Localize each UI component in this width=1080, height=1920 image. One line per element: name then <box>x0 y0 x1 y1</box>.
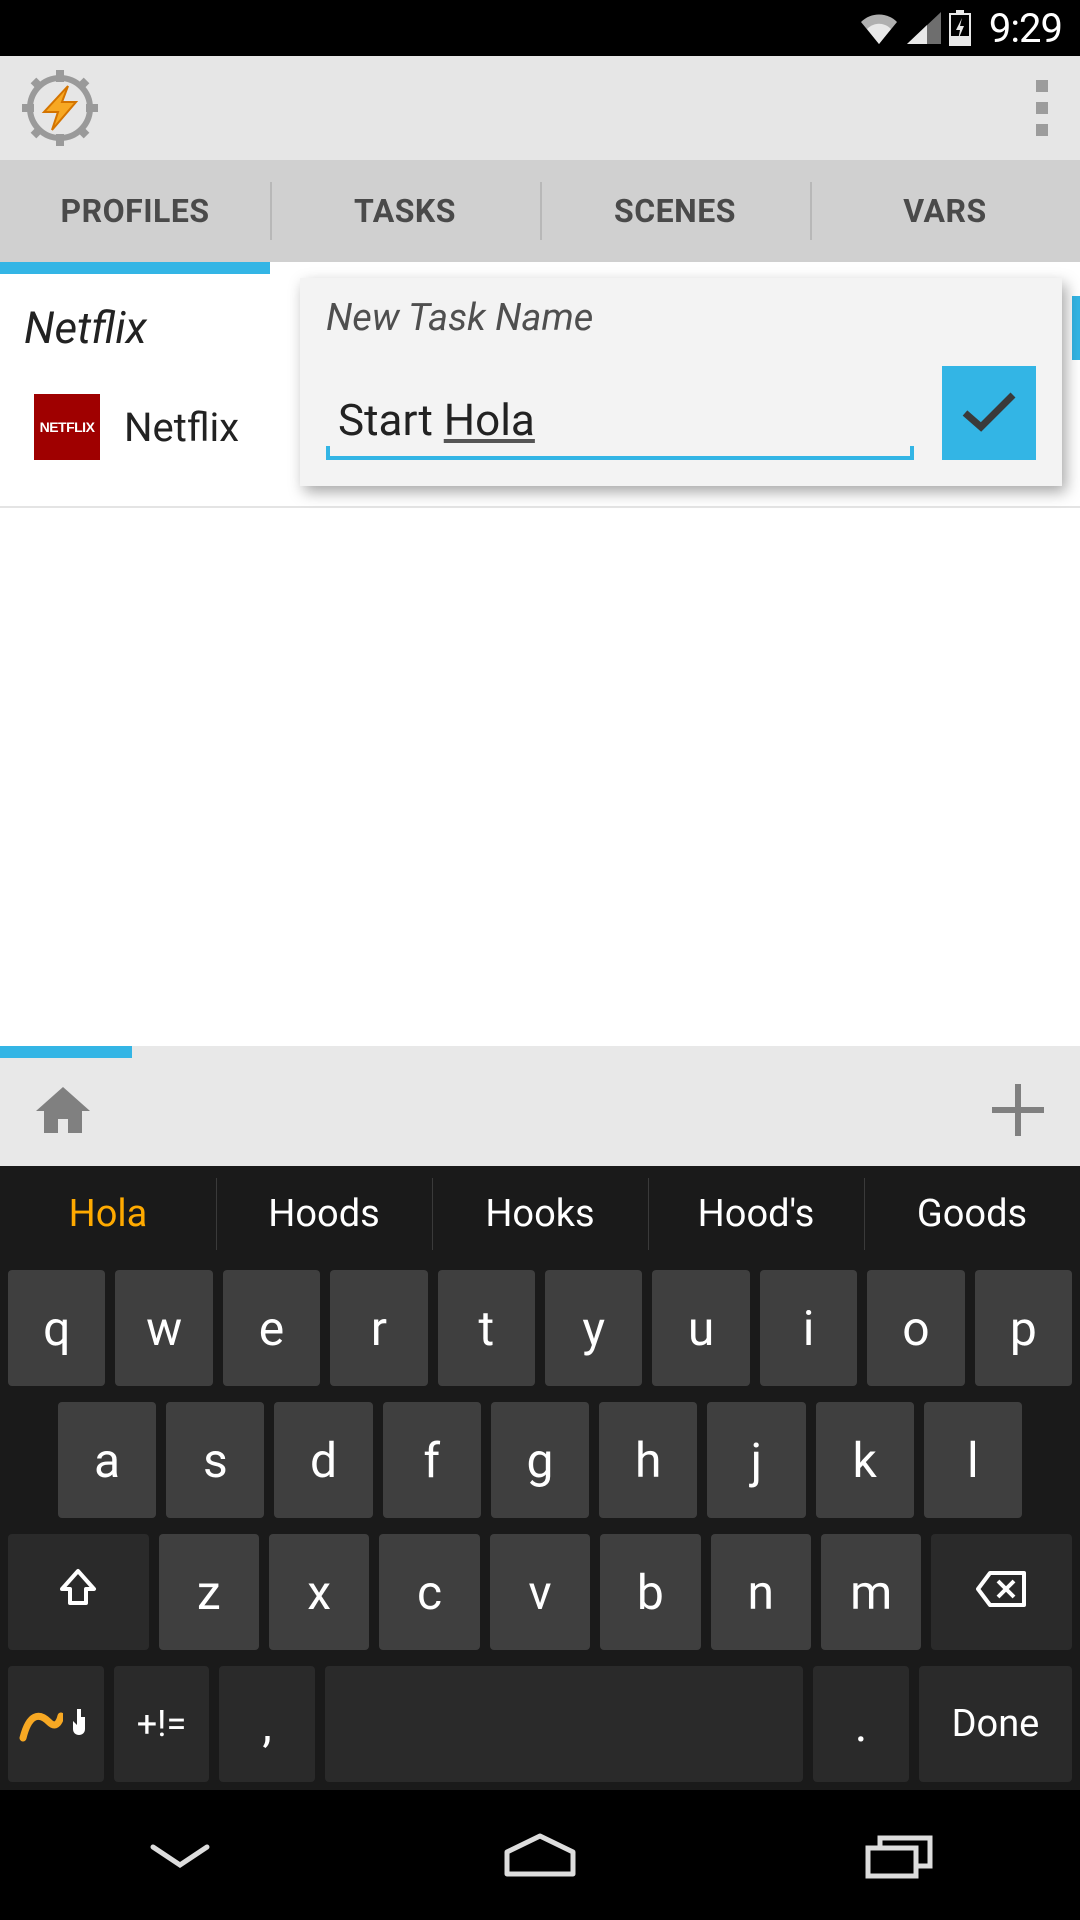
check-icon <box>959 387 1019 439</box>
add-button[interactable] <box>988 1080 1048 1144</box>
nav-recent-button[interactable] <box>840 1825 960 1885</box>
key-z[interactable]: z <box>159 1534 259 1650</box>
suggestion-item[interactable]: Hoods <box>216 1166 432 1262</box>
scroll-indicator <box>1072 296 1080 360</box>
key-p[interactable]: p <box>975 1270 1072 1386</box>
key-m[interactable]: m <box>821 1534 921 1650</box>
dialog-title: New Task Name <box>326 296 1036 340</box>
key-swype[interactable] <box>8 1666 104 1782</box>
key-row-2: a s d f g h j k l <box>0 1394 1080 1526</box>
wifi-icon <box>859 12 899 44</box>
key-s[interactable]: s <box>166 1402 264 1518</box>
confirm-button[interactable] <box>942 366 1036 460</box>
tab-label: PROFILES <box>60 192 209 230</box>
key-i[interactable]: i <box>760 1270 857 1386</box>
content-area: Netflix NETFLIX Netflix New Task Name St… <box>0 274 1080 1166</box>
key-u[interactable]: u <box>652 1270 749 1386</box>
task-name-input[interactable]: Start Hola <box>326 388 914 456</box>
key-f[interactable]: f <box>383 1402 481 1518</box>
soft-keyboard: Hola Hoods Hooks Hood's Goods q w e r t … <box>0 1166 1080 1790</box>
key-shift[interactable] <box>8 1534 149 1650</box>
key-backspace[interactable] <box>931 1534 1072 1650</box>
suggestion-item[interactable]: Hooks <box>432 1166 648 1262</box>
tab-label: VARS <box>903 192 986 230</box>
key-r[interactable]: r <box>330 1270 427 1386</box>
key-done[interactable]: Done <box>919 1666 1072 1782</box>
key-x[interactable]: x <box>269 1534 369 1650</box>
toolbar-accent <box>0 1046 1080 1058</box>
key-row-1: q w e r t y u i o p <box>0 1262 1080 1394</box>
key-k[interactable]: k <box>816 1402 914 1518</box>
status-bar: 9:29 <box>0 0 1080 56</box>
key-symbols[interactable]: +!= <box>114 1666 210 1782</box>
cell-signal-icon <box>907 12 941 44</box>
key-b[interactable]: b <box>600 1534 700 1650</box>
shift-icon <box>56 1564 100 1621</box>
key-v[interactable]: v <box>490 1534 590 1650</box>
key-y[interactable]: y <box>545 1270 642 1386</box>
battery-charging-icon <box>949 10 971 46</box>
tab-scenes[interactable]: SCENES <box>540 160 810 262</box>
suggestion-item[interactable]: Hola <box>0 1166 216 1262</box>
suggestion-item[interactable]: Goods <box>864 1166 1080 1262</box>
nav-back-button[interactable] <box>120 1825 240 1885</box>
tab-label: TASKS <box>354 192 456 230</box>
backspace-icon <box>976 1564 1028 1621</box>
status-time: 9:29 <box>989 5 1062 52</box>
nav-home-button[interactable] <box>480 1825 600 1885</box>
key-period[interactable]: . <box>813 1666 909 1782</box>
key-l[interactable]: l <box>924 1402 1022 1518</box>
home-button[interactable] <box>32 1083 94 1141</box>
app-logo-icon <box>20 68 100 148</box>
key-o[interactable]: o <box>867 1270 964 1386</box>
key-q[interactable]: q <box>8 1270 105 1386</box>
key-space[interactable] <box>325 1666 803 1782</box>
tab-bar: PROFILES TASKS SCENES VARS <box>0 160 1080 262</box>
key-n[interactable]: n <box>711 1534 811 1650</box>
input-text-prefix: Start <box>338 394 444 446</box>
navigation-bar <box>0 1790 1080 1920</box>
key-row-4: +!= , . Done <box>0 1658 1080 1790</box>
overflow-menu-button[interactable] <box>1036 80 1060 136</box>
key-d[interactable]: d <box>274 1402 372 1518</box>
profile-app-label: Netflix <box>124 404 239 451</box>
key-row-3: z x c v b n m <box>0 1526 1080 1658</box>
key-comma[interactable]: , <box>219 1666 315 1782</box>
tab-indicator <box>0 262 270 274</box>
key-h[interactable]: h <box>599 1402 697 1518</box>
tab-vars[interactable]: VARS <box>810 160 1080 262</box>
key-t[interactable]: t <box>438 1270 535 1386</box>
tab-tasks[interactable]: TASKS <box>270 160 540 262</box>
bottom-toolbar <box>0 1058 1080 1166</box>
key-c[interactable]: c <box>379 1534 479 1650</box>
app-icon-netflix: NETFLIX <box>34 394 100 460</box>
input-underline <box>326 456 914 460</box>
tab-label: SCENES <box>614 192 736 230</box>
new-task-dialog: New Task Name Start Hola <box>300 278 1062 486</box>
key-e[interactable]: e <box>223 1270 320 1386</box>
key-a[interactable]: a <box>58 1402 156 1518</box>
key-g[interactable]: g <box>491 1402 589 1518</box>
swype-icon <box>19 1704 93 1744</box>
suggestion-item[interactable]: Hood's <box>648 1166 864 1262</box>
input-text-active: Hola <box>444 394 535 446</box>
key-w[interactable]: w <box>115 1270 212 1386</box>
app-header <box>0 56 1080 160</box>
suggestion-bar: Hola Hoods Hooks Hood's Goods <box>0 1166 1080 1262</box>
divider <box>0 506 1080 508</box>
tab-profiles[interactable]: PROFILES <box>0 160 270 262</box>
key-j[interactable]: j <box>707 1402 805 1518</box>
